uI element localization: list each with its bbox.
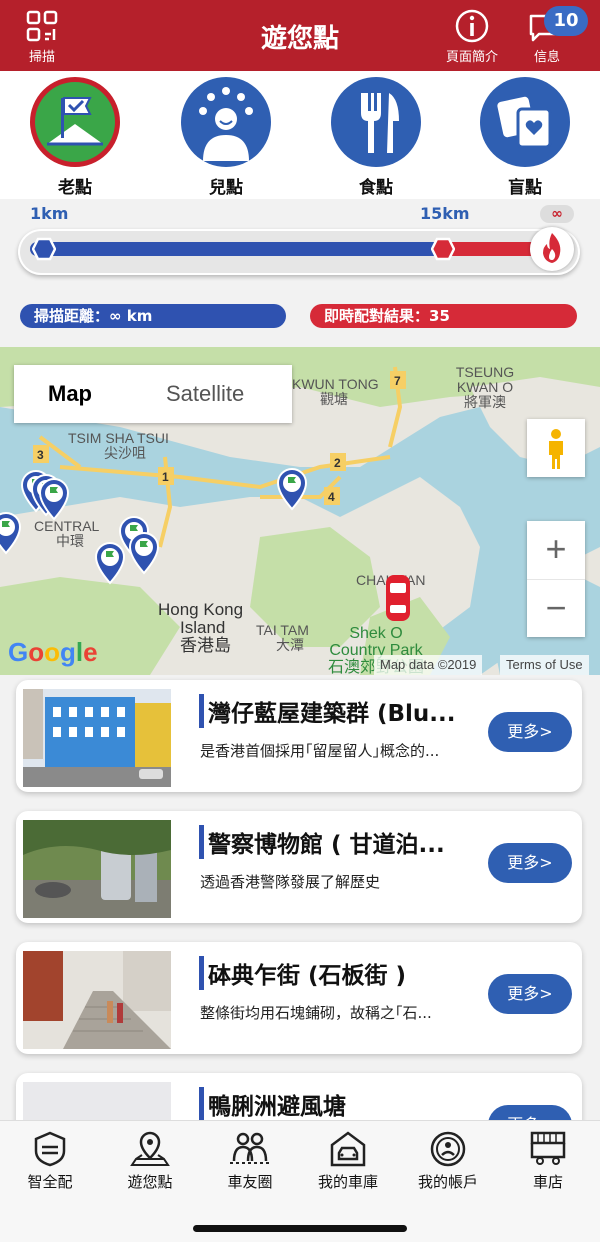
bottom-tab-bar: 智全配 遊您點 車友圈 我的車庫 我的帳戶 車店	[0, 1120, 600, 1242]
steering-wheel-icon	[430, 1131, 466, 1167]
place-card[interactable]: 鴨脷洲避風塘 更多>	[16, 1073, 582, 1120]
category-label: 盲點	[508, 178, 542, 198]
place-title: 警察博物館 ( 甘道泊...	[208, 832, 445, 858]
google-logo: Google	[8, 637, 98, 667]
place-description: 整條街均用石塊鋪砌，故稱之｢石...	[200, 1004, 432, 1022]
place-card[interactable]: 警察博物館 ( 甘道泊... 透過香港警隊發展了解歷史 更多>	[16, 811, 582, 923]
title-accent-bar	[199, 1087, 204, 1120]
blind-spot-icon	[480, 77, 570, 167]
range-section: 1km 15km ∞ 掃描距離：∞ km 即時配對結果：35	[0, 199, 600, 347]
elderly-spot-icon	[30, 77, 120, 167]
place-thumbnail	[23, 820, 171, 918]
garage-icon	[330, 1131, 366, 1167]
zoom-in-button[interactable]: +	[527, 521, 585, 579]
shop-icon	[530, 1131, 566, 1165]
category-elderly[interactable]: 老點	[29, 77, 121, 198]
map-type-map-button[interactable]: Map	[48, 381, 92, 407]
match-result-pill: 即時配對結果：35	[310, 304, 577, 328]
tab-garage[interactable]: 我的車庫	[298, 1129, 398, 1192]
car-marker-icon	[386, 575, 410, 621]
scan-distance-pill: 掃描距離：∞ km	[20, 304, 286, 328]
map-pin[interactable]	[95, 542, 125, 584]
tab-label: 我的帳戶	[417, 1173, 478, 1191]
tab-community[interactable]: 車友圈	[200, 1129, 300, 1192]
fork-knife-icon	[331, 77, 421, 167]
min-handle[interactable]	[32, 237, 56, 261]
place-card[interactable]: 砵典乍街 (石板街 ) 整條街均用石塊鋪砌，故稱之｢石... 更多>	[16, 942, 582, 1054]
place-description: 透過香港警隊發展了解歷史	[200, 873, 381, 891]
place-title: 鴨脷洲避風塘	[208, 1094, 346, 1120]
map-type-satellite-button[interactable]: Satellite	[166, 381, 244, 407]
range-min-label: 1km	[30, 204, 69, 223]
flame-icon[interactable]	[530, 227, 574, 271]
title-accent-bar	[199, 694, 204, 728]
map-data-attribution: Map data ©2019	[374, 655, 483, 675]
info-icon	[455, 9, 489, 43]
title-accent-bar	[199, 825, 204, 859]
messages-label: 信息	[533, 50, 560, 65]
category-children[interactable]: 兒點	[180, 77, 272, 198]
tab-label: 遊您點	[127, 1173, 173, 1191]
infinity-toggle[interactable]: ∞	[540, 205, 574, 223]
place-list[interactable]: 灣仔藍屋建築群 (Blu... 是香港首個採用｢留屋留人｣概念的... 更多> …	[0, 675, 600, 1120]
category-label: 兒點	[209, 178, 243, 198]
tab-account[interactable]: 我的帳戶	[398, 1129, 498, 1192]
more-button[interactable]: 更多>	[488, 1105, 572, 1120]
map-pin[interactable]	[0, 512, 21, 554]
street-view-pegman-icon[interactable]	[527, 419, 585, 477]
location-pin-icon	[130, 1131, 170, 1166]
tab-shop[interactable]: 車店	[498, 1129, 598, 1192]
messages-badge: 10	[544, 6, 588, 36]
place-thumbnail	[23, 1082, 171, 1120]
smart-match-icon	[34, 1131, 66, 1167]
tab-smart-match[interactable]: 智全配	[0, 1129, 100, 1192]
zoom-out-button[interactable]: −	[527, 579, 585, 637]
category-label: 老點	[58, 178, 92, 198]
category-blind[interactable]: 盲點	[479, 77, 571, 198]
place-title: 砵典乍街 (石板街 )	[208, 963, 407, 989]
tab-label: 我的車庫	[317, 1173, 378, 1191]
range-max-label: 15km	[420, 204, 470, 223]
zoom-control: + −	[527, 521, 585, 637]
terms-of-use-link[interactable]: Terms of Use	[500, 655, 589, 675]
map-type-control: Map Satellite	[14, 365, 292, 423]
tab-label: 車店	[532, 1173, 563, 1191]
place-description: 是香港首個採用｢留屋留人｣概念的...	[200, 742, 440, 760]
place-card[interactable]: 灣仔藍屋建築群 (Blu... 是香港首個採用｢留屋留人｣概念的... 更多>	[16, 680, 582, 792]
page-intro-button[interactable]: 頁面簡介	[442, 8, 502, 65]
title-accent-bar	[199, 956, 204, 990]
children-spot-icon	[181, 77, 271, 167]
tab-explore[interactable]: 遊您點	[100, 1129, 200, 1192]
more-button[interactable]: 更多>	[488, 712, 572, 752]
app-header: 掃描 遊您點 頁面簡介 信息 10	[0, 0, 600, 71]
map-pin[interactable]	[277, 468, 307, 510]
map-view[interactable]: 3 1 2 4 7 TSEUNG KWAN O 將軍澳 KWUN TONG 觀塘 TS…	[0, 347, 600, 675]
category-food[interactable]: 食點	[330, 77, 422, 198]
tab-label: 車友圈	[227, 1173, 273, 1191]
more-button[interactable]: 更多>	[488, 974, 572, 1014]
place-title: 灣仔藍屋建築群 (Blu...	[208, 701, 456, 727]
place-thumbnail	[23, 689, 171, 787]
more-button[interactable]: 更多>	[488, 843, 572, 883]
home-indicator	[193, 1225, 407, 1232]
place-thumbnail	[23, 951, 171, 1049]
people-icon	[230, 1132, 270, 1164]
page-title: 遊您點	[260, 24, 339, 54]
range-fill-blue	[30, 242, 445, 256]
category-label: 食點	[359, 178, 393, 198]
max-handle[interactable]	[431, 237, 455, 261]
map-pin[interactable]	[129, 532, 159, 574]
page-intro-label: 頁面簡介	[445, 50, 498, 65]
tab-label: 智全配	[27, 1173, 73, 1191]
category-bar: 老點 兒點 食點 盲點	[0, 71, 600, 199]
